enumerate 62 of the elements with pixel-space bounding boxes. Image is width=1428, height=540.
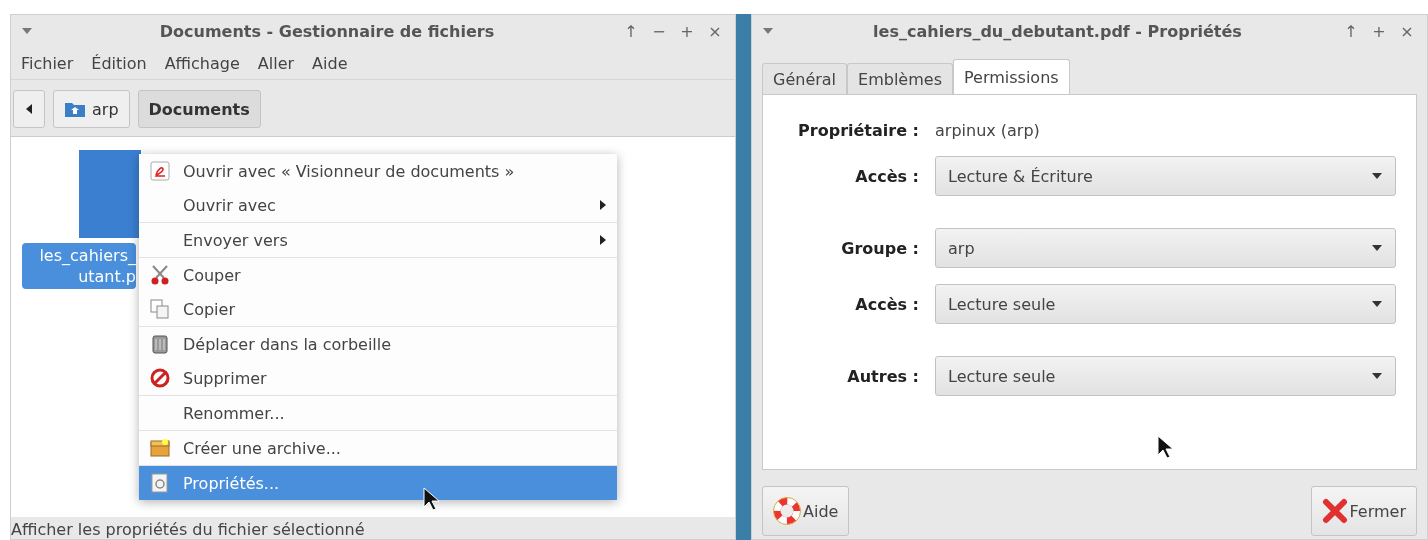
context-menu-item[interactable]: Envoyer vers — [139, 223, 617, 257]
document-properties-icon — [151, 473, 169, 493]
path-button[interactable]: Documents — [137, 90, 261, 128]
dropdown-arrow-icon — [1371, 372, 1383, 380]
close-icon — [1321, 498, 1348, 524]
home-folder-icon — [64, 100, 86, 118]
dropdown[interactable]: Lecture & Écriture — [935, 156, 1396, 196]
window-control[interactable]: ↑ — [1341, 21, 1361, 41]
scissors-icon — [149, 264, 171, 286]
status-text: Afficher les propriétés du fichier sélectionné — [11, 520, 365, 539]
field-label: Propriétaire : — [797, 121, 919, 140]
window-control[interactable]: × — [1397, 21, 1417, 41]
context-menu-item[interactable]: Couper — [139, 258, 617, 292]
context-menu-item[interactable]: Créer une archive... — [139, 431, 617, 465]
archive-box-icon — [150, 438, 170, 458]
tab[interactable]: Général — [762, 63, 848, 95]
menu-item[interactable]: Aller — [257, 53, 295, 73]
window-control[interactable]: × — [705, 21, 725, 41]
path-button[interactable]: arp — [53, 90, 130, 128]
window-control[interactable]: + — [677, 21, 697, 41]
dropdown-arrow-icon — [1371, 172, 1383, 180]
menu-item[interactable]: Aide — [312, 53, 348, 73]
mouse-cursor-icon — [423, 487, 439, 511]
window-menu-icon[interactable] — [762, 27, 774, 35]
window-control[interactable]: ↑ — [621, 21, 641, 41]
copy-icon — [150, 299, 170, 319]
field-label: Groupe : — [840, 238, 919, 258]
context-menu-item[interactable]: Ouvrir avec — [139, 188, 617, 222]
context-menu-item[interactable]: Supprimer — [139, 361, 617, 395]
owner-value: arpinux (arp) — [935, 121, 1040, 140]
menu-item[interactable]: Fichier — [21, 53, 74, 73]
field-label: Autres : — [846, 366, 919, 386]
back-arrow-icon — [26, 104, 32, 114]
window-title: Documents - Gestionnaire de fichiers — [158, 21, 496, 41]
prohibited-icon — [150, 368, 170, 388]
window-control[interactable]: − — [649, 21, 669, 41]
context-menu-item[interactable]: Déplacer dans la corbeille — [139, 327, 617, 361]
dropdown[interactable]: Lecture seule — [935, 356, 1396, 396]
mouse-cursor-icon — [1157, 435, 1173, 459]
menu-item[interactable]: Affichage — [164, 53, 240, 73]
dropdown-arrow-icon — [1371, 300, 1383, 308]
field-label: Accès : — [854, 166, 919, 186]
window-control[interactable]: + — [1369, 21, 1389, 41]
dropdown-arrow-icon — [1371, 244, 1383, 252]
context-menu-item[interactable]: Renommer... — [139, 396, 617, 430]
tab[interactable]: Emblèmes — [847, 63, 953, 95]
context-menu-item[interactable]: Copier — [139, 292, 617, 326]
trash-icon — [151, 334, 169, 354]
menu-item[interactable]: Édition — [91, 53, 147, 73]
help-button[interactable]: Aide — [762, 486, 850, 536]
context-menu-item[interactable]: Ouvrir avec « Visionneur de documents » — [139, 154, 617, 188]
pdf-thumbnail[interactable] — [79, 150, 141, 238]
lifebuoy-icon — [773, 497, 801, 525]
pdf-document-icon — [150, 161, 170, 181]
close-button[interactable]: Fermer — [1310, 486, 1417, 536]
dropdown[interactable]: arp — [935, 228, 1396, 268]
window-menu-icon[interactable] — [21, 27, 33, 35]
field-label: Accès : — [854, 294, 919, 314]
tab[interactable]: Permissions — [952, 59, 1070, 95]
window-title: les_cahiers_du_debutant.pdf - Propriétés — [872, 21, 1243, 41]
dropdown[interactable]: Lecture seule — [935, 284, 1396, 324]
back-button[interactable] — [13, 90, 45, 128]
